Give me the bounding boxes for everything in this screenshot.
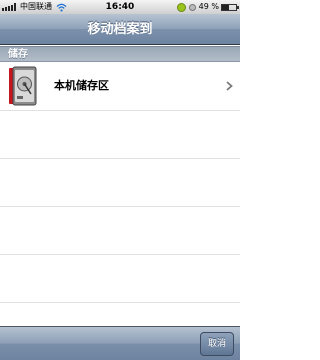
list-item-label: 本机储存区	[54, 79, 109, 92]
list-item-local-storage[interactable]: 本机储存区	[0, 62, 240, 110]
row-separator	[0, 302, 240, 303]
bottom-toolbar: 取消	[0, 326, 240, 360]
navigation-bar: 移动档案到	[0, 14, 240, 45]
cancel-button[interactable]: 取消	[200, 332, 234, 356]
lock-rotation-icon	[188, 3, 196, 11]
local-storage-icon	[9, 66, 37, 106]
sync-icon	[176, 2, 186, 12]
row-separator	[0, 254, 240, 255]
battery-percentage: 49 %	[198, 2, 219, 11]
row-separator	[0, 158, 240, 159]
status-bar: 中国联通 16:40 49 %	[0, 0, 240, 14]
battery-fill	[222, 4, 229, 10]
row-separator	[0, 206, 240, 207]
battery-icon	[221, 3, 239, 11]
page-title: 移动档案到	[87, 22, 153, 37]
row-separator	[0, 110, 240, 111]
status-right: 49 %	[176, 0, 239, 14]
chevron-right-icon	[226, 81, 233, 91]
section-header-storage: 储存	[0, 46, 240, 62]
storage-table: 本机储存区	[0, 62, 240, 326]
